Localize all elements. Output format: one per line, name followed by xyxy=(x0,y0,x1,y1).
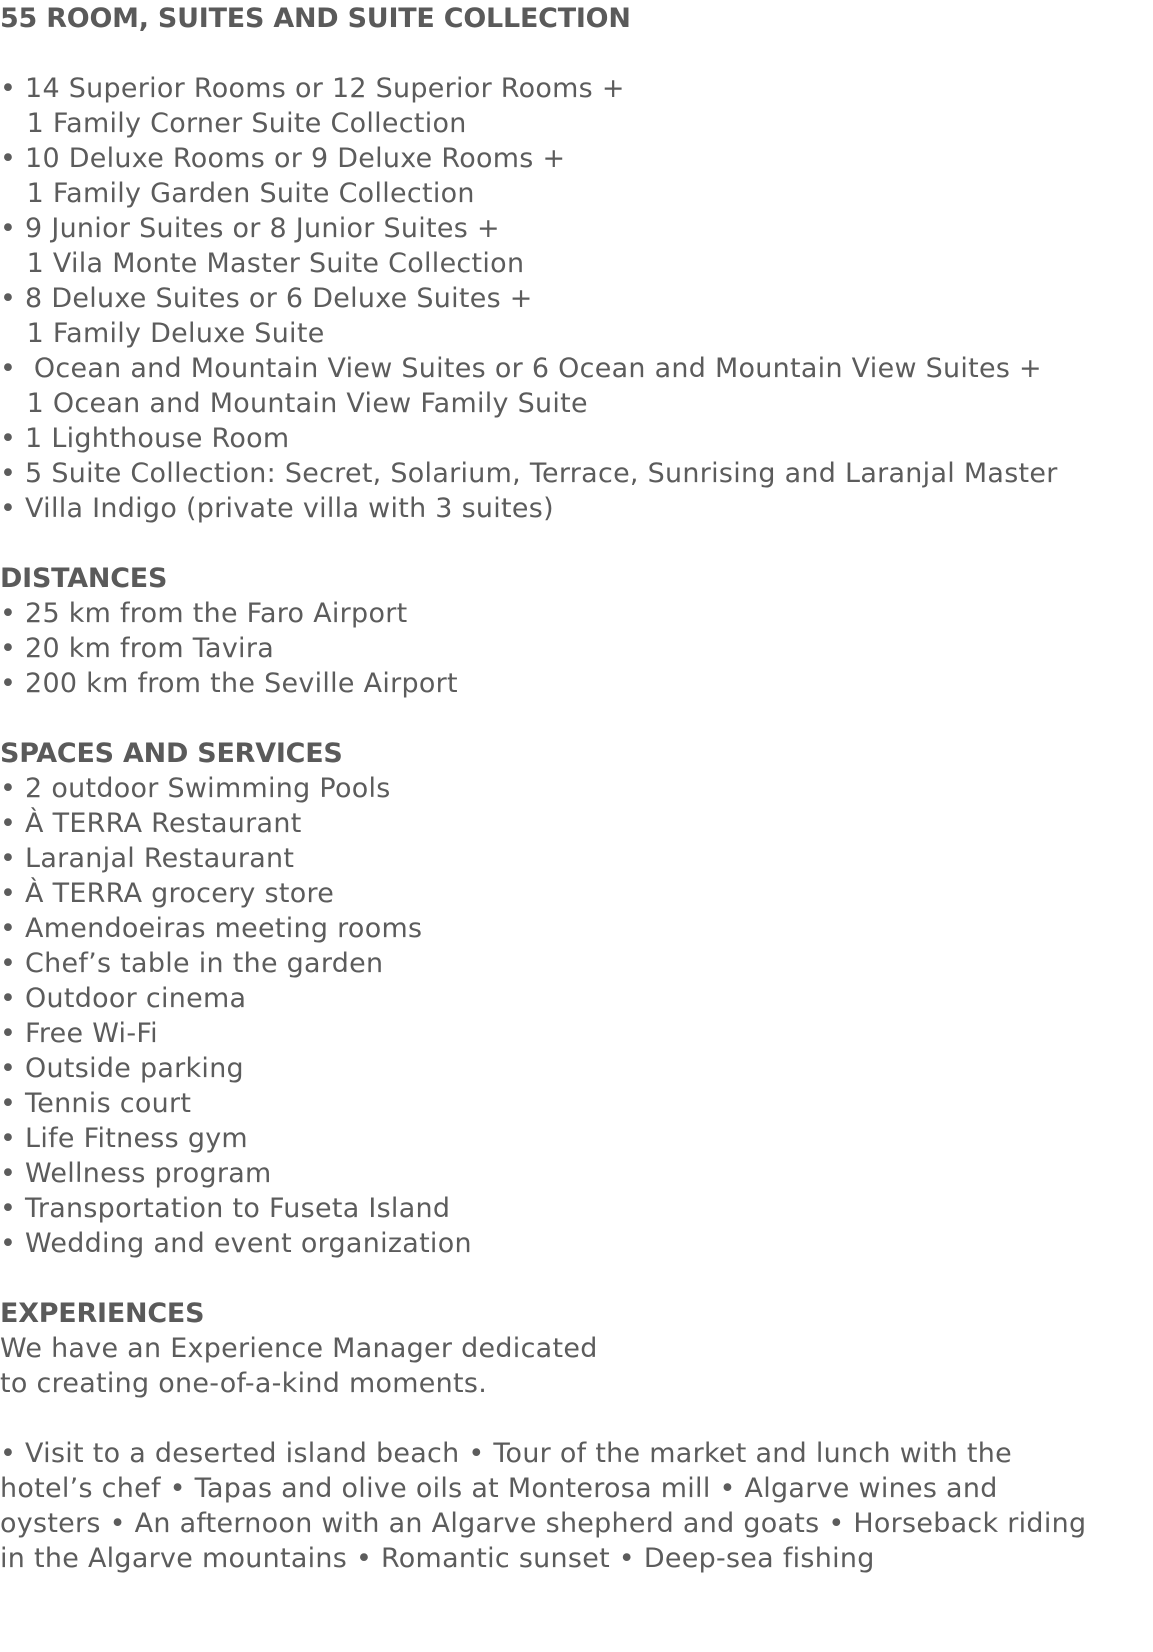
experiences-list-line: hotel’s chef • Tapas and olive oils at M… xyxy=(0,1473,998,1504)
service-line: • Life Fitness gym xyxy=(0,1123,248,1154)
service-line: • Amendoeiras meeting rooms xyxy=(0,913,423,944)
experiences-list-line: in the Algarve mountains • Romantic suns… xyxy=(0,1543,875,1574)
service-line: • Wellness program xyxy=(0,1158,272,1189)
rooms-line: • 10 Deluxe Rooms or 9 Deluxe Rooms + xyxy=(0,143,566,174)
rooms-line: 1 Ocean and Mountain View Family Suite xyxy=(0,388,588,419)
services-heading: SPACES AND SERVICES xyxy=(0,738,343,769)
rooms-line: • 5 Suite Collection: Secret, Solarium, … xyxy=(0,458,1058,489)
distance-line: • 25 km from the Faro Airport xyxy=(0,598,408,629)
service-line: • Tennis court xyxy=(0,1088,192,1119)
rooms-line: 1 Vila Monte Master Suite Collection xyxy=(0,248,525,279)
rooms-line: • Villa Indigo (private villa with 3 sui… xyxy=(0,493,554,524)
rooms-line: 1 Family Corner Suite Collection xyxy=(0,108,467,139)
service-line: • 2 outdoor Swimming Pools xyxy=(0,773,391,804)
rooms-line: • Ocean and Mountain View Suites or 6 Oc… xyxy=(0,353,1042,384)
experiences-intro-line: We have an Experience Manager dedicated xyxy=(0,1333,598,1364)
rooms-line: • 1 Lighthouse Room xyxy=(0,423,290,454)
experiences-list-line: • Visit to a deserted island beach • Tou… xyxy=(0,1438,1012,1469)
rooms-line: 1 Family Garden Suite Collection xyxy=(0,178,475,209)
service-line: • Outdoor cinema xyxy=(0,983,247,1014)
experiences-intro-line: to creating one-of-a-kind moments. xyxy=(0,1368,488,1399)
service-line: • À TERRA grocery store xyxy=(0,878,335,909)
distance-line: • 200 km from the Seville Airport xyxy=(0,668,458,699)
rooms-heading: 55 ROOM, SUITES AND SUITE COLLECTION xyxy=(0,3,631,34)
rooms-section: 55 ROOM, SUITES AND SUITE COLLECTION • 1… xyxy=(0,1,1153,526)
distances-section: DISTANCES • 25 km from the Faro Airport … xyxy=(0,561,1153,701)
document-page: 55 ROOM, SUITES AND SUITE COLLECTION • 1… xyxy=(0,0,1153,1576)
service-line: • Transportation to Fuseta Island xyxy=(0,1193,451,1224)
service-line: • Chef’s table in the garden xyxy=(0,948,384,979)
service-line: • Outside parking xyxy=(0,1053,244,1084)
service-line: • Free Wi-Fi xyxy=(0,1018,158,1049)
services-section: SPACES AND SERVICES • 2 outdoor Swimming… xyxy=(0,736,1153,1261)
service-line: • Wedding and event organization xyxy=(0,1228,472,1259)
service-line: • À TERRA Restaurant xyxy=(0,808,302,839)
experiences-heading: EXPERIENCES xyxy=(0,1298,205,1329)
rooms-line: • 8 Deluxe Suites or 6 Deluxe Suites + xyxy=(0,283,533,314)
rooms-line: 1 Family Deluxe Suite xyxy=(0,318,325,349)
rooms-line: • 9 Junior Suites or 8 Junior Suites + xyxy=(0,213,500,244)
distances-heading: DISTANCES xyxy=(0,563,168,594)
experiences-list-line: oysters • An afternoon with an Algarve s… xyxy=(0,1508,1087,1539)
rooms-line: • 14 Superior Rooms or 12 Superior Rooms… xyxy=(0,73,625,104)
experiences-section: EXPERIENCES We have an Experience Manage… xyxy=(0,1296,1153,1576)
service-line: • Laranjal Restaurant xyxy=(0,843,295,874)
distance-line: • 20 km from Tavira xyxy=(0,633,274,664)
